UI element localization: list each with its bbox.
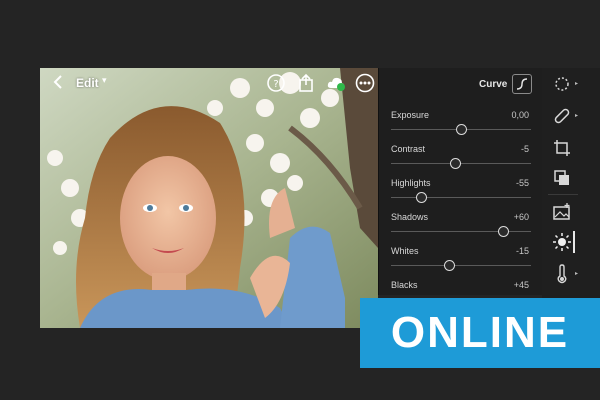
- online-banner-text: ONLINE: [390, 308, 570, 357]
- light-icon[interactable]: [552, 232, 572, 252]
- slider-label: Whites: [391, 246, 419, 256]
- tool-rail: ▸ ▸ ▸: [542, 68, 600, 328]
- photo-canvas[interactable]: [40, 68, 378, 328]
- active-tool-indicator: [573, 231, 575, 253]
- slider-track[interactable]: [391, 231, 531, 232]
- contrast-slider[interactable]: Contrast -5: [391, 144, 533, 178]
- healing-icon[interactable]: [552, 106, 572, 126]
- slider-track[interactable]: [391, 265, 531, 266]
- shadows-slider[interactable]: Shadows +60: [391, 212, 533, 246]
- chevron-right-icon[interactable]: ▸: [575, 80, 578, 87]
- image-adjust-icon[interactable]: [552, 202, 572, 222]
- chevron-right-icon[interactable]: ▸: [575, 112, 578, 119]
- slider-label: Highlights: [391, 178, 431, 188]
- slider-value: +45: [513, 280, 529, 290]
- edit-menu-label[interactable]: Edit: [76, 76, 99, 90]
- light-panel: Curve Exposure 0,00 Contrast -5 Highligh…: [378, 68, 542, 295]
- slider-label: Blacks: [391, 280, 418, 290]
- curve-label: Curve: [479, 79, 508, 90]
- photo-toolbar: Edit ▾ ?: [40, 68, 378, 98]
- curve-icon[interactable]: [512, 74, 532, 94]
- chevron-right-icon[interactable]: ▸: [575, 270, 578, 277]
- chevron-down-icon[interactable]: ▾: [102, 75, 107, 86]
- slider-value: -5: [520, 144, 529, 154]
- rail-divider: [548, 194, 578, 195]
- cloud-sync-icon[interactable]: [326, 73, 346, 93]
- versions-icon[interactable]: [552, 168, 572, 188]
- slider-thumb[interactable]: [416, 192, 428, 203]
- exposure-slider[interactable]: Exposure 0,00: [391, 110, 533, 144]
- slider-thumb[interactable]: [455, 124, 467, 135]
- share-icon[interactable]: [296, 73, 316, 93]
- slider-value: -15: [515, 246, 529, 256]
- more-icon[interactable]: [355, 73, 375, 93]
- slider-track[interactable]: [391, 163, 531, 164]
- slider-label: Exposure: [391, 110, 430, 120]
- online-banner: ONLINE: [360, 298, 600, 368]
- slider-value: -55: [515, 178, 529, 188]
- panel-header: Curve: [379, 68, 543, 102]
- crop-icon[interactable]: [552, 138, 572, 158]
- color-temperature-icon[interactable]: [552, 264, 572, 284]
- slider-thumb[interactable]: [444, 260, 456, 271]
- app-screen: Edit ▾ ? Curve Exposure 0,00 Contrast -5…: [0, 0, 600, 400]
- svg-text:?: ?: [273, 79, 278, 90]
- back-icon[interactable]: [50, 72, 66, 92]
- slider-value: +60: [513, 212, 529, 222]
- highlights-slider[interactable]: Highlights -55: [391, 178, 533, 212]
- slider-label: Contrast: [391, 144, 426, 154]
- slider-thumb[interactable]: [497, 226, 509, 237]
- presets-icon[interactable]: [552, 74, 572, 94]
- help-icon[interactable]: ?: [266, 73, 286, 93]
- whites-slider[interactable]: Whites -15: [391, 246, 533, 280]
- slider-label: Shadows: [391, 212, 429, 222]
- slider-track[interactable]: [391, 197, 531, 198]
- slider-value: 0,00: [511, 110, 529, 120]
- slider-thumb[interactable]: [449, 158, 461, 169]
